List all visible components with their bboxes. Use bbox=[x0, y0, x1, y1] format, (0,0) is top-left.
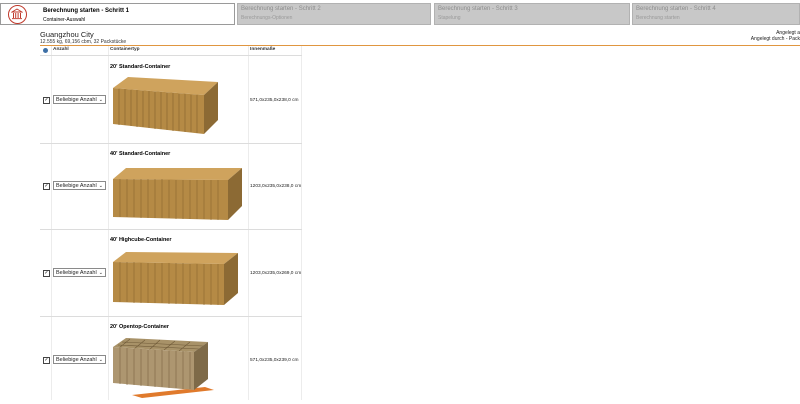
quantity-select[interactable]: Beliebige Anzahl ⌄ bbox=[53, 181, 106, 190]
wizard-step-1[interactable]: Berechnung starten - Schritt 1 Container… bbox=[0, 3, 235, 25]
wizard-step-title: Berechnung starten - Schritt 3 bbox=[438, 6, 518, 12]
quantity-select-value: Beliebige Anzahl bbox=[56, 270, 97, 276]
table-row: ✓ Beliebige Anzahl ⌄ 40' Highcube-Contain… bbox=[40, 229, 302, 317]
wizard-step-subtitle: Berechnungs-Optionen bbox=[241, 15, 293, 21]
wizard-step-title: Berechnung starten - Schritt 2 bbox=[241, 6, 321, 12]
quantity-select-value: Beliebige Anzahl bbox=[56, 183, 97, 189]
chevron-down-icon: ⌄ bbox=[98, 97, 103, 103]
info-icon[interactable] bbox=[43, 48, 48, 53]
quantity-select[interactable]: Beliebige Anzahl ⌄ bbox=[53, 355, 106, 364]
wizard-step-title: Berechnung starten - Schritt 4 bbox=[636, 6, 716, 12]
container-title: 20' Standard-Container bbox=[110, 64, 171, 70]
wizard-step-4[interactable]: Berechnung starten - Schritt 4 Berechnun… bbox=[632, 3, 800, 25]
container-image bbox=[110, 335, 220, 404]
chevron-down-icon: ⌄ bbox=[98, 183, 103, 189]
wizard-steps: Berechnung starten - Schritt 1 Container… bbox=[0, 0, 800, 27]
container-title: 20' Opentop-Container bbox=[110, 324, 170, 330]
select-checkbox[interactable]: ✓ bbox=[43, 357, 50, 364]
select-checkbox[interactable]: ✓ bbox=[43, 183, 50, 190]
column-header-quantity: Anzahl bbox=[53, 47, 69, 52]
container-image bbox=[110, 248, 240, 315]
quantity-select-value: Beliebige Anzahl bbox=[56, 97, 97, 103]
wizard-step-subtitle: Container-Auswahl bbox=[43, 17, 86, 23]
container-title: 40' Standard-Container bbox=[110, 151, 171, 157]
container-dimensions: 571,0x235,0x238,0 cm bbox=[250, 98, 299, 103]
location-title: Guangzhou City bbox=[40, 30, 94, 39]
table-row: ✓ Beliebige Anzahl ⌄ 20' Standard-Contain… bbox=[40, 55, 302, 144]
header-divider bbox=[40, 45, 800, 46]
wizard-step-3[interactable]: Berechnung starten - Schritt 3 Stapelung bbox=[434, 3, 630, 25]
container-image bbox=[110, 74, 220, 141]
table-row: ✓ Beliebige Anzahl ⌄ 40' Standard-Contain… bbox=[40, 143, 302, 230]
wizard-step-subtitle: Stapelung bbox=[438, 15, 461, 21]
select-checkbox[interactable]: ✓ bbox=[43, 97, 50, 104]
quantity-select[interactable]: Beliebige Anzahl ⌄ bbox=[53, 95, 106, 104]
container-dimensions: 1203,0x235,0x238,0 cm bbox=[250, 184, 302, 189]
wizard-step-title: Berechnung starten - Schritt 1 bbox=[43, 8, 130, 14]
wizard-step-subtitle: Berechnung starten bbox=[636, 15, 680, 21]
column-header-dimensions: Innenmaße bbox=[250, 47, 276, 52]
quantity-select-value: Beliebige Anzahl bbox=[56, 357, 97, 363]
building-icon bbox=[8, 5, 27, 24]
table-row: ✓ Beliebige Anzahl ⌄ 20' Opentop-Containe… bbox=[40, 316, 302, 401]
container-image bbox=[110, 162, 244, 229]
chevron-down-icon: ⌄ bbox=[98, 270, 103, 276]
select-checkbox[interactable]: ✓ bbox=[43, 270, 50, 277]
column-header-container-type: Containertyp bbox=[110, 47, 140, 52]
chevron-down-icon: ⌄ bbox=[98, 357, 103, 363]
container-dimensions: 571,0x235,0x239,0 cm bbox=[250, 358, 299, 363]
quantity-select[interactable]: Beliebige Anzahl ⌄ bbox=[53, 268, 106, 277]
container-title: 40' Highcube-Container bbox=[110, 237, 172, 243]
container-dimensions: 1203,0x235,0x269,0 cm bbox=[250, 271, 302, 276]
wizard-step-2[interactable]: Berechnung starten - Schritt 2 Berechnun… bbox=[237, 3, 431, 25]
created-by-label: Angelegt durch - Pack bbox=[750, 36, 800, 42]
